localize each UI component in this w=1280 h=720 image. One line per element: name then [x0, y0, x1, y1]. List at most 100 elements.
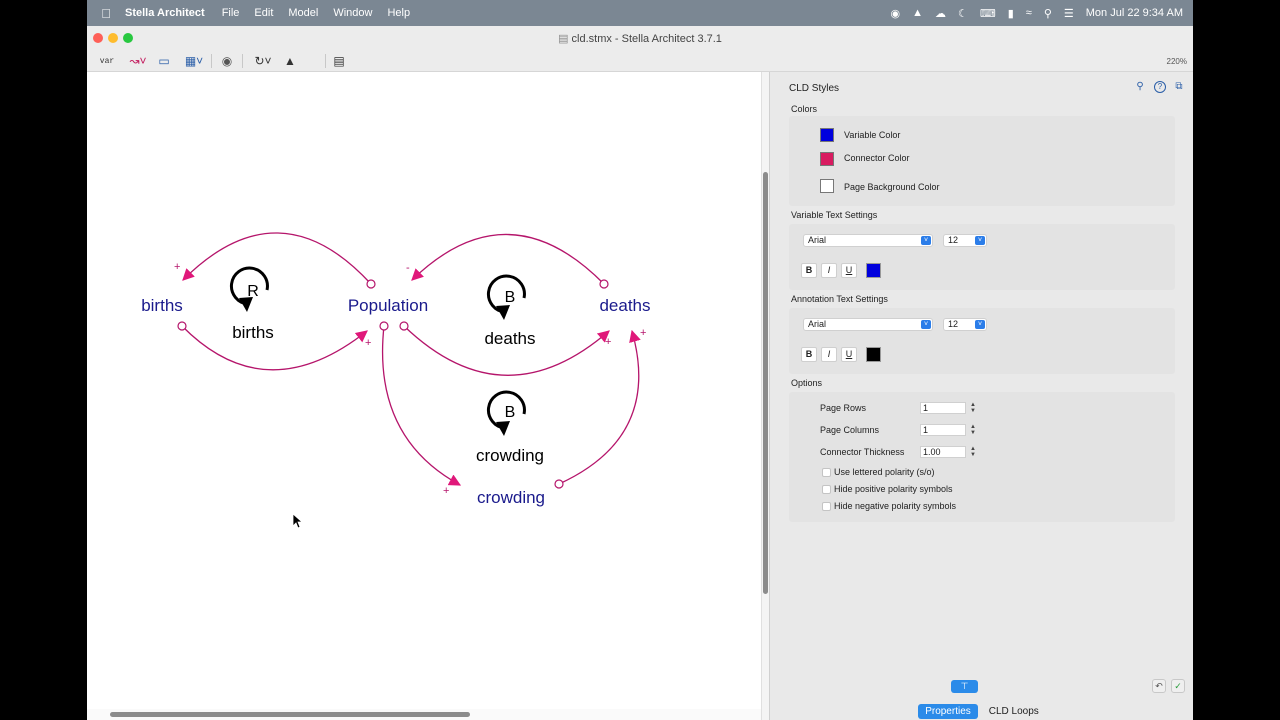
title-bar: ▤ cld.stmx - Stella Architect 3.7.1 var …	[87, 26, 1193, 72]
search-icon[interactable]: ⚲	[1044, 7, 1052, 20]
annotation-font-select[interactable]: Arial ˅	[803, 318, 933, 331]
lettered-polarity-checkbox[interactable]	[822, 468, 831, 477]
menu-model[interactable]: Model	[288, 7, 318, 19]
loop-name-crowding[interactable]: crowding	[476, 446, 544, 465]
connector-color-swatch[interactable]	[820, 152, 834, 166]
connector-origin-handle[interactable]	[599, 279, 609, 289]
variable-population[interactable]: Population	[348, 296, 428, 315]
variable-size-select[interactable]: 12 ˅	[943, 234, 987, 247]
toolbar-separator	[211, 54, 212, 68]
loop-name-births[interactable]: births	[232, 323, 274, 342]
zoom-level[interactable]: 220%	[1167, 57, 1187, 66]
loop-letter-crowding[interactable]: B	[505, 404, 516, 421]
connector-origin-handle[interactable]	[177, 321, 187, 331]
graph-tool-icon[interactable]: ▲	[281, 52, 299, 70]
clock[interactable]: Mon Jul 22 9:34 AM	[1086, 7, 1183, 19]
hide-negative-polarity-checkbox[interactable]	[822, 502, 831, 511]
variable-deaths[interactable]: deaths	[599, 296, 650, 315]
page-columns-input[interactable]: 1	[920, 424, 966, 436]
variable-underline-button[interactable]: U	[841, 263, 857, 278]
cld-diagram[interactable]: + + - + + + births Population deaths cro…	[87, 72, 761, 720]
document-icon: ▤	[558, 33, 572, 45]
horizontal-scroll-thumb[interactable]	[110, 712, 470, 717]
annotation-text-color-swatch[interactable]	[866, 347, 881, 362]
connector-origin-handle[interactable]	[366, 279, 376, 289]
variable-bold-button[interactable]: B	[801, 263, 817, 278]
cloud-icon[interactable]: ☁	[935, 7, 946, 20]
page-background-color-swatch[interactable]	[820, 179, 834, 193]
menu-help[interactable]: Help	[387, 7, 410, 19]
apply-style-button[interactable]: ⊤	[951, 680, 978, 693]
connector-crowding-to-deaths[interactable]	[558, 329, 641, 485]
chevron-down-icon: ˅	[975, 320, 985, 329]
page-columns-stepper[interactable]: ▲ ▼	[969, 424, 977, 436]
vertical-scrollbar[interactable]	[761, 72, 769, 720]
variable-tool-button[interactable]: var	[98, 52, 116, 70]
polarity-population-to-births: +	[174, 261, 180, 273]
connector-color-label: Connector Color	[844, 153, 910, 163]
loop-letter-births[interactable]: R	[247, 283, 259, 300]
moon-icon[interactable]: ☾	[958, 7, 968, 20]
menu-bar:  Stella Architect File Edit Model Windo…	[87, 0, 1193, 26]
annotation-size-select[interactable]: 12 ˅	[943, 318, 987, 331]
variable-size-value: 12	[948, 235, 959, 245]
panel-tabs: Properties CLD Loops	[770, 702, 1194, 720]
confirm-check-icon[interactable]: ✓	[1171, 679, 1185, 693]
connector-thickness-input[interactable]: 1.00	[920, 446, 966, 458]
ghost-tool-icon[interactable]: ◉	[218, 52, 236, 70]
help-icon[interactable]: ?	[1154, 81, 1166, 93]
page-rows-input[interactable]: 1	[920, 402, 966, 414]
battery-icon[interactable]: ▮	[1008, 7, 1014, 20]
tab-cld-loops[interactable]: CLD Loops	[982, 704, 1046, 719]
connector-population-to-births[interactable]	[182, 232, 372, 285]
variable-font-select[interactable]: Arial ˅	[803, 234, 933, 247]
control-center-icon[interactable]: ☰	[1064, 7, 1074, 20]
connector-origin-handle[interactable]	[554, 479, 564, 489]
mouse-cursor-icon	[292, 513, 304, 529]
menu-app-name[interactable]: Stella Architect	[125, 7, 205, 19]
vertical-scroll-thumb[interactable]	[763, 172, 768, 594]
annotation-bold-button[interactable]: B	[801, 347, 817, 362]
presentation-tool-icon[interactable]: ▤	[330, 52, 348, 70]
loop-letter-deaths[interactable]: B	[505, 289, 516, 306]
menu-edit[interactable]: Edit	[254, 7, 273, 19]
connector-origin-handle[interactable]	[379, 321, 389, 331]
variable-italic-button[interactable]: I	[821, 263, 837, 278]
keyboard-icon[interactable]: ⌨	[980, 7, 996, 20]
connector-origin-handle[interactable]	[399, 321, 409, 331]
detach-panel-icon[interactable]: ⧉	[1173, 81, 1185, 93]
diagram-canvas[interactable]: + + - + + + births Population deaths cro…	[87, 72, 761, 720]
undo-icon[interactable]: ↶	[1152, 679, 1166, 693]
layout-tool-icon[interactable]: ▦˅	[182, 52, 206, 70]
app-status-icon[interactable]: ▲	[912, 7, 923, 19]
variable-crowding[interactable]: crowding	[477, 488, 545, 507]
page-rows-label: Page Rows	[820, 403, 867, 413]
variable-births[interactable]: births	[141, 296, 183, 315]
annotation-text-box: Arial ˅ 12 ˅ B I U	[789, 308, 1175, 374]
connector-population-to-crowding[interactable]	[381, 325, 462, 486]
menu-file[interactable]: File	[222, 7, 240, 19]
search-icon[interactable]: ⚲	[1134, 81, 1146, 93]
lettered-polarity-label: Use lettered polarity (s/o)	[834, 467, 935, 477]
loop-tool-icon[interactable]: ↻˅	[252, 52, 274, 70]
connector-births-to-population[interactable]	[181, 325, 368, 371]
tab-properties[interactable]: Properties	[918, 703, 978, 719]
annotation-underline-button[interactable]: U	[841, 347, 857, 362]
variable-color-swatch[interactable]	[820, 128, 834, 142]
variable-text-color-swatch[interactable]	[866, 263, 881, 278]
connector-tool-icon[interactable]: ↝˅	[127, 52, 149, 70]
window-title: ▤ cld.stmx - Stella Architect 3.7.1	[87, 32, 1193, 45]
connector-thickness-stepper[interactable]: ▲ ▼	[969, 446, 977, 458]
screen:  Stella Architect File Edit Model Windo…	[0, 0, 1280, 720]
rectangle-tool-icon[interactable]: ▭	[155, 52, 173, 70]
apple-icon[interactable]: 	[87, 6, 125, 21]
hide-positive-polarity-checkbox[interactable]	[822, 485, 831, 494]
wifi-icon[interactable]: ≈	[1026, 7, 1032, 19]
horizontal-scrollbar[interactable]	[87, 709, 761, 720]
record-icon[interactable]: ◉	[890, 7, 900, 20]
annotation-italic-button[interactable]: I	[821, 347, 837, 362]
menu-window[interactable]: Window	[333, 7, 372, 19]
toolbar-separator	[325, 54, 326, 68]
loop-name-deaths[interactable]: deaths	[484, 329, 535, 348]
page-rows-stepper[interactable]: ▲ ▼	[969, 402, 977, 414]
